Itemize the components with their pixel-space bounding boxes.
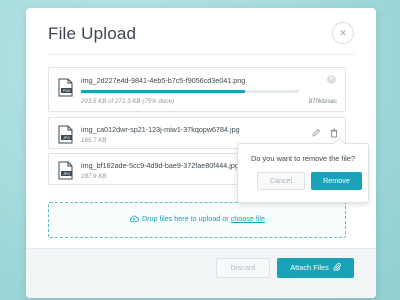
upload-progress-track <box>81 90 299 93</box>
upload-status: 203.5 KB of 271.3 KB (75% done) <box>81 98 175 105</box>
attach-files-button[interactable]: Attach Files <box>277 258 354 278</box>
file-size: 187.9 KB <box>81 173 107 180</box>
modal-footer: Discard Attach Files <box>26 248 376 298</box>
choose-file-link[interactable]: choose file <box>231 214 265 223</box>
paperclip-icon <box>333 263 341 271</box>
cloud-upload-icon <box>129 215 139 222</box>
close-icon: ✕ <box>328 76 335 82</box>
attach-files-label: Attach Files <box>290 263 329 272</box>
file-size: 165.7 KB <box>81 137 107 144</box>
file-name: img_2d227e4d-9841-4eb5-b7c5-f9056cd3e041… <box>81 76 246 85</box>
dropzone[interactable]: Drop files here to upload or choose file <box>48 202 346 238</box>
svg-text:JPG: JPG <box>63 136 70 140</box>
remove-confirm-question: Do you want to remove the file? <box>251 154 355 163</box>
dropzone-label: Drop files here to upload or choose file <box>49 214 345 223</box>
upload-progress-fill <box>81 90 245 93</box>
cancel-upload-button[interactable]: ✕ <box>327 75 336 84</box>
trash-icon[interactable] <box>329 128 339 138</box>
file-item-uploading: PNG img_2d227e4d-9841-4eb5-b7c5-f9056cd3… <box>48 67 346 112</box>
file-name: img_ca012dwr-sp21-123j-miw1-37kqopw6784.… <box>81 125 240 134</box>
dropzone-text: Drop files here to upload or <box>141 214 229 223</box>
popover-cancel-button[interactable]: Cancel <box>257 172 305 190</box>
remove-confirm-popover: Do you want to remove the file? Cancel R… <box>237 137 369 203</box>
popover-remove-button[interactable]: Remove <box>311 172 362 190</box>
close-button[interactable]: ✕ <box>332 22 354 44</box>
upload-speed: 870kb/sec <box>308 98 337 105</box>
pencil-icon[interactable] <box>311 128 321 138</box>
modal-title: File Upload <box>48 24 137 43</box>
discard-button[interactable]: Discard <box>216 258 270 278</box>
file-jpg-icon: JPG <box>58 161 73 180</box>
file-jpg-icon: JPG <box>58 125 73 144</box>
header-divider <box>48 54 354 55</box>
file-name: img_bf182ade-5cc9-4d9d-bae9-372fae80f444… <box>81 161 239 170</box>
svg-text:JPG: JPG <box>63 172 70 176</box>
file-png-icon: PNG <box>58 78 73 97</box>
svg-text:PNG: PNG <box>63 89 71 93</box>
close-icon: ✕ <box>339 28 347 38</box>
